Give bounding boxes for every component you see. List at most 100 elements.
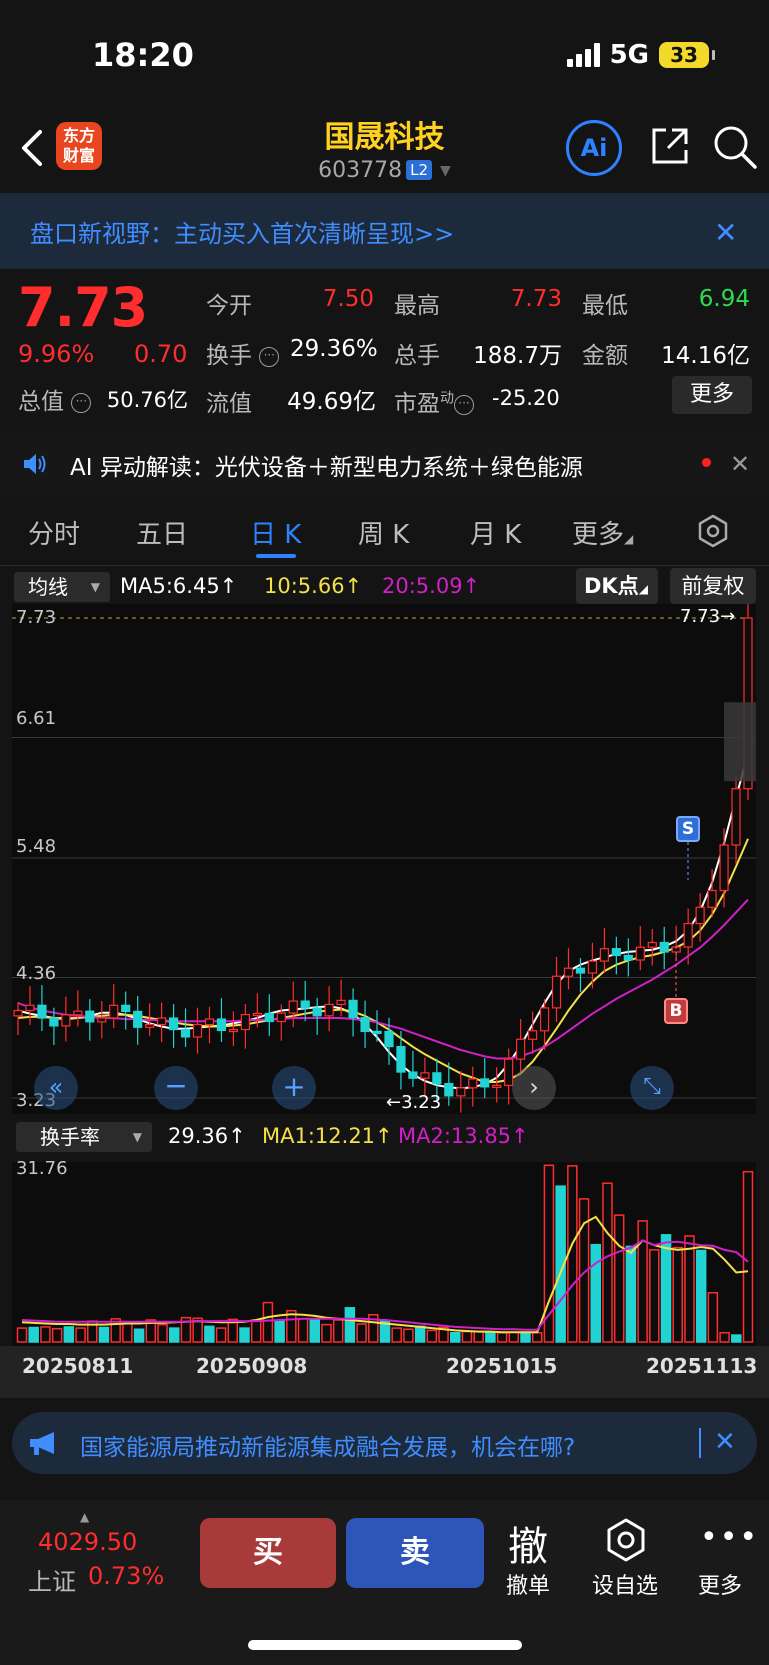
- news-text[interactable]: 国家能源局推动新能源集成融合发展，机会在哪?: [80, 1428, 575, 1462]
- chevron-up-icon[interactable]: ▲: [80, 1510, 89, 1524]
- candle-body: [551, 975, 562, 1009]
- more-button[interactable]: 更多: [698, 1568, 742, 1600]
- pe-label: 市盈动 ···: [394, 384, 474, 418]
- promo-banner-text[interactable]: 盘口新视野：主动买入首次清晰呈现>>: [30, 214, 454, 249]
- turnover-bar: [51, 1327, 63, 1343]
- turnover-bar: [133, 1328, 145, 1343]
- tab-five-day[interactable]: 五日: [136, 514, 188, 551]
- turnover-bar: [508, 1331, 520, 1343]
- turnover-bar: [649, 1249, 660, 1343]
- ai-button[interactable]: Ai: [566, 120, 622, 176]
- search-icon[interactable]: [712, 124, 758, 170]
- zoom-in-button[interactable]: +: [272, 1066, 316, 1110]
- more-quote-button[interactable]: 更多: [672, 376, 752, 414]
- turnover-value: 29.36%: [290, 336, 378, 362]
- max-price-label: 7.73→: [680, 606, 736, 627]
- more-icon[interactable]: •••: [700, 1520, 759, 1555]
- x-tick-label: 20251113: [646, 1354, 758, 1378]
- candle-body: [372, 1030, 382, 1035]
- index-change[interactable]: 0.73%: [88, 1562, 164, 1590]
- candle-body: [300, 1000, 310, 1009]
- low-label: 最低: [582, 293, 628, 319]
- turnover-current-label: 29.36↑: [168, 1124, 246, 1148]
- index-name[interactable]: 上证: [28, 1562, 76, 1597]
- kline-plot-area: [12, 604, 756, 1114]
- cancel-order-button[interactable]: 撤单: [506, 1568, 550, 1600]
- scroll-right-button[interactable]: ›: [512, 1066, 556, 1110]
- buy-marker[interactable]: B: [664, 998, 688, 1024]
- candle-body: [504, 1058, 514, 1086]
- gear-icon[interactable]: [696, 514, 730, 548]
- turnover-bar: [239, 1327, 250, 1343]
- turnover-bar: [332, 1319, 344, 1343]
- turnover-bar: [168, 1327, 180, 1343]
- add-favorite-icon[interactable]: [604, 1518, 648, 1562]
- turnover-bar: [28, 1326, 39, 1343]
- tab-more[interactable]: 更多◢: [572, 514, 633, 551]
- turnover-bar: [356, 1323, 367, 1343]
- candle-body: [324, 1003, 334, 1017]
- candle-body: [420, 1072, 430, 1079]
- turnover-bar: [204, 1325, 215, 1343]
- divider: [699, 1428, 701, 1458]
- candle-body: [25, 1004, 35, 1012]
- sell-marker[interactable]: S: [676, 816, 700, 842]
- index-value[interactable]: 4029.50: [38, 1528, 137, 1556]
- last-price: 7.73: [18, 276, 148, 339]
- candle-body: [468, 1078, 478, 1089]
- turnover-bar: [496, 1331, 508, 1343]
- change-amount: 0.70: [134, 340, 188, 368]
- open-label: 今开: [206, 293, 252, 319]
- candle-body: [492, 1084, 502, 1088]
- min-price-label: ←3.23: [386, 1092, 442, 1113]
- cancel-order-icon[interactable]: 撤: [508, 1514, 548, 1572]
- tab-daily-k[interactable]: 日 K: [250, 514, 301, 551]
- ai-insight-text[interactable]: AI 异动解读：光伏设备＋新型电力系统＋绿色能源: [70, 448, 583, 482]
- turnover-bar: [262, 1301, 274, 1343]
- open-value: 7.50: [322, 286, 374, 312]
- info-icon[interactable]: ···: [454, 395, 474, 415]
- add-favorite-button[interactable]: 设自选: [592, 1568, 658, 1600]
- turnover-bar: [695, 1249, 707, 1343]
- info-icon[interactable]: ···: [259, 347, 280, 367]
- kline-chart[interactable]: [0, 604, 769, 1404]
- turnover-bar: [297, 1318, 309, 1343]
- candle-body: [204, 1018, 215, 1026]
- close-icon[interactable]: ✕: [714, 1427, 736, 1457]
- scroll-left-button[interactable]: «: [34, 1066, 78, 1110]
- turnover-bar: [742, 1170, 754, 1343]
- tab-weekly-k[interactable]: 周 K: [358, 514, 409, 551]
- candle-body: [599, 948, 609, 962]
- turnover-bar: [321, 1323, 332, 1343]
- tab-monthly-k[interactable]: 月 K: [470, 514, 521, 551]
- adjust-price-button[interactable]: 前复权: [670, 568, 756, 604]
- sub-indicator-select[interactable]: 换手率 ▼: [16, 1122, 152, 1152]
- candle-body: [480, 1078, 490, 1088]
- fullscreen-icon[interactable]: ⤡: [630, 1066, 674, 1110]
- turnover-bar: [672, 1246, 683, 1343]
- zoom-out-button[interactable]: −: [154, 1066, 198, 1110]
- ma5-label: MA5:6.45↑: [120, 574, 238, 598]
- ma10-label: 10:5.66↑: [264, 574, 363, 598]
- sell-button[interactable]: 卖: [346, 1518, 484, 1588]
- home-indicator[interactable]: [248, 1640, 522, 1650]
- share-icon[interactable]: [648, 124, 692, 168]
- candle-body: [456, 1087, 466, 1097]
- candle-body: [276, 1012, 286, 1023]
- pe-value: -25.20: [492, 386, 560, 410]
- buy-button[interactable]: 买: [200, 1518, 336, 1588]
- stock-code: 603778: [318, 158, 403, 183]
- info-icon[interactable]: ···: [71, 393, 92, 413]
- y-tick-label: 6.61: [16, 708, 57, 729]
- dk-point-button[interactable]: DK点◢: [576, 568, 658, 604]
- candle-body: [61, 1014, 71, 1027]
- x-tick-label: 20250811: [22, 1354, 134, 1378]
- candle-body: [575, 967, 586, 974]
- volume-label: 总手: [394, 343, 440, 369]
- tab-intraday[interactable]: 分时: [28, 514, 80, 551]
- close-icon[interactable]: ✕: [714, 216, 737, 249]
- candle-body: [527, 1030, 538, 1040]
- indicator-select[interactable]: 均线 ▼: [14, 572, 110, 602]
- candle-body: [635, 946, 645, 961]
- close-icon[interactable]: ✕: [730, 450, 750, 478]
